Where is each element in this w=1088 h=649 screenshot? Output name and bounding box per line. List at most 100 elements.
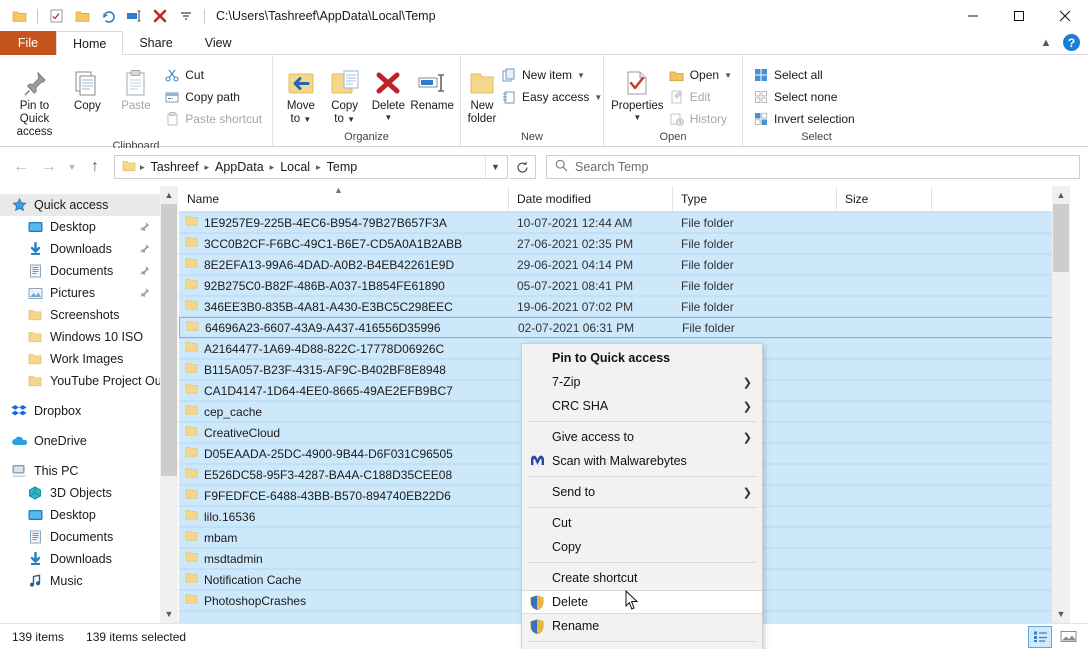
properties-button[interactable]: Properties ▼ <box>610 60 665 122</box>
column-header-date-modified[interactable]: Date modified <box>509 186 673 212</box>
sidebar-scroll-thumb[interactable] <box>161 204 177 476</box>
address-dropdown-icon[interactable]: ▼ <box>485 156 505 178</box>
refresh-button[interactable] <box>510 155 536 179</box>
sidebar-item-downloads[interactable]: Downloads <box>0 238 160 260</box>
pin-to-quick-access-button[interactable]: Pin to Quick access <box>6 60 63 140</box>
search-input[interactable]: Search Temp <box>546 155 1080 179</box>
invert-selection-button[interactable]: Invert selection <box>749 108 859 130</box>
properties-icon[interactable] <box>45 5 67 27</box>
pin-icon[interactable] <box>139 243 150 257</box>
paste-shortcut-button[interactable]: Paste shortcut <box>160 108 266 130</box>
new-item-button[interactable]: New item ▼ <box>497 64 606 86</box>
menu-item-rename[interactable]: Rename <box>522 614 762 638</box>
rename-icon[interactable] <box>123 5 145 27</box>
details-view-button[interactable] <box>1028 626 1052 648</box>
new-item-caret-icon[interactable]: ▼ <box>577 71 585 80</box>
column-header-name[interactable]: Name ▲ <box>179 186 509 212</box>
up-button[interactable]: ↑ <box>82 154 108 180</box>
tab-view[interactable]: View <box>189 31 248 55</box>
close-button[interactable] <box>1042 0 1088 32</box>
new-folder-button[interactable]: New folder <box>467 60 497 126</box>
large-icons-view-button[interactable] <box>1056 626 1080 648</box>
table-row[interactable]: 64696A23-6607-43A9-A437-416556D3599602-0… <box>179 317 1070 338</box>
rename-button[interactable]: Rename <box>410 60 454 113</box>
copy-button[interactable]: Copy <box>63 60 112 113</box>
menu-item-give-access-to[interactable]: Give access to❯ <box>522 425 762 449</box>
back-button[interactable]: ← <box>8 154 34 180</box>
collapse-ribbon-icon[interactable]: ▲ <box>1037 34 1055 52</box>
menu-item-create-shortcut[interactable]: Create shortcut <box>522 566 762 590</box>
copy-to-button[interactable]: Copy to ▼ <box>323 60 367 126</box>
select-all-button[interactable]: Select all <box>749 64 859 86</box>
sidebar-item-youtube-project-ou[interactable]: YouTube Project Ou <box>0 370 160 392</box>
address-bar[interactable]: ▸ Tashreef ▸ AppData ▸ Local ▸ Temp ▼ <box>114 155 508 179</box>
breadcrumb-item-0[interactable]: Tashreef <box>146 160 204 174</box>
explorer-icon[interactable] <box>8 5 30 27</box>
column-header-size[interactable]: Size <box>837 186 932 212</box>
maximize-button[interactable] <box>996 0 1042 32</box>
tab-home[interactable]: Home <box>56 31 123 56</box>
sidebar-item-windows-10-iso[interactable]: Windows 10 ISO <box>0 326 160 348</box>
undo-icon[interactable] <box>97 5 119 27</box>
move-to-button[interactable]: Move to ▼ <box>279 60 323 126</box>
customize-icon[interactable] <box>175 5 197 27</box>
history-button[interactable]: History <box>665 108 736 130</box>
paste-button[interactable]: Paste <box>112 60 161 113</box>
edit-button[interactable]: Edit <box>665 86 736 108</box>
pin-icon[interactable] <box>139 221 150 235</box>
sidebar-scrollbar[interactable]: ▲ ▼ <box>160 186 178 623</box>
cut-button[interactable]: Cut <box>160 64 266 86</box>
open-caret-icon[interactable]: ▼ <box>724 71 732 80</box>
sidebar-item-music[interactable]: Music <box>0 570 160 592</box>
column-header-type[interactable]: Type <box>673 186 837 212</box>
menu-item-7-zip[interactable]: 7-Zip❯ <box>522 370 762 394</box>
help-icon[interactable]: ? <box>1063 34 1080 51</box>
menu-item-cut[interactable]: Cut <box>522 511 762 535</box>
menu-item-properties[interactable]: Properties <box>522 645 762 649</box>
pin-icon[interactable] <box>139 287 150 301</box>
new-folder-icon[interactable] <box>71 5 93 27</box>
table-row[interactable]: 1E9257E9-225B-4EC6-B954-79B27B657F3A10-0… <box>179 212 1070 233</box>
tab-share[interactable]: Share <box>123 31 188 55</box>
breadcrumb-item-1[interactable]: AppData <box>210 160 269 174</box>
sidebar-item-3d-objects[interactable]: 3D Objects <box>0 482 160 504</box>
file-scroll-up-icon[interactable]: ▲ <box>1052 186 1070 204</box>
table-row[interactable]: 92B275C0-B82F-486B-A037-1B854FE6189005-0… <box>179 275 1070 296</box>
sidebar-scroll-up-icon[interactable]: ▲ <box>160 186 178 204</box>
easy-access-button[interactable]: Easy access ▼ <box>497 86 606 108</box>
table-row[interactable]: 346EE3B0-835B-4A81-A430-E3BC5C298EEC19-0… <box>179 296 1070 317</box>
pin-icon[interactable] <box>139 265 150 279</box>
sidebar-item-dropbox[interactable]: Dropbox <box>0 400 160 422</box>
sidebar-item-desktop[interactable]: Desktop <box>0 216 160 238</box>
sidebar-scroll-down-icon[interactable]: ▼ <box>160 605 178 623</box>
copy-path-button[interactable]: Copy path <box>160 86 266 108</box>
menu-item-pin-to-quick-access[interactable]: Pin to Quick access <box>522 346 762 370</box>
menu-item-delete[interactable]: Delete <box>522 590 762 614</box>
breadcrumb-item-2[interactable]: Local <box>275 160 315 174</box>
sidebar-item-documents[interactable]: Documents <box>0 526 160 548</box>
sidebar-item-desktop[interactable]: Desktop <box>0 504 160 526</box>
tab-file[interactable]: File <box>0 31 56 55</box>
delete-icon[interactable] <box>149 5 171 27</box>
recent-locations-icon[interactable]: ▼ <box>64 154 80 180</box>
open-button[interactable]: Open ▼ <box>665 64 736 86</box>
file-scroll-thumb[interactable] <box>1053 204 1069 272</box>
menu-item-copy[interactable]: Copy <box>522 535 762 559</box>
menu-item-crc-sha[interactable]: CRC SHA❯ <box>522 394 762 418</box>
sidebar-item-quick-access[interactable]: Quick access <box>0 194 160 216</box>
breadcrumb-item-3[interactable]: Temp <box>322 160 363 174</box>
file-scroll-down-icon[interactable]: ▼ <box>1052 605 1070 623</box>
sidebar-item-this-pc[interactable]: This PC <box>0 460 160 482</box>
file-list-scrollbar[interactable]: ▲ ▼ <box>1052 186 1070 623</box>
sidebar-item-documents[interactable]: Documents <box>0 260 160 282</box>
select-none-button[interactable]: Select none <box>749 86 859 108</box>
properties-caret-icon[interactable]: ▼ <box>633 113 641 122</box>
menu-item-send-to[interactable]: Send to❯ <box>522 480 762 504</box>
menu-item-scan-with-malwarebytes[interactable]: Scan with Malwarebytes <box>522 449 762 473</box>
minimize-button[interactable] <box>950 0 996 32</box>
delete-caret-icon[interactable]: ▼ <box>384 113 392 122</box>
sidebar-item-onedrive[interactable]: OneDrive <box>0 430 160 452</box>
table-row[interactable]: 8E2EFA13-99A6-4DAD-A0B2-B4EB42261E9D29-0… <box>179 254 1070 275</box>
sidebar-item-pictures[interactable]: Pictures <box>0 282 160 304</box>
table-row[interactable]: 3CC0B2CF-F6BC-49C1-B6E7-CD5A0A1B2ABB27-0… <box>179 233 1070 254</box>
